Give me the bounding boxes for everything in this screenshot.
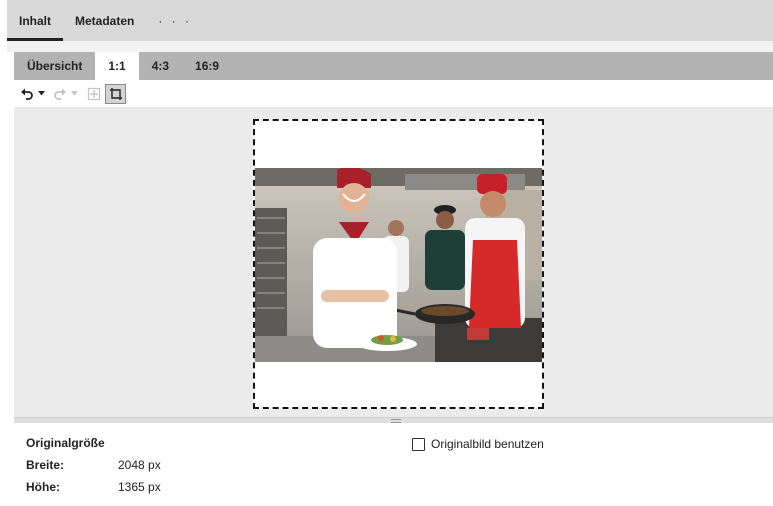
redo-dropdown-icon [70,84,79,104]
undo-icon[interactable] [19,84,35,104]
crop-frame-icon[interactable] [105,83,126,104]
tab-ratio-4-3[interactable]: 4:3 [139,52,182,80]
width-value: 2048 px [118,458,161,472]
tab-uebersicht[interactable]: Übersicht [14,52,95,80]
move-icon [85,84,103,104]
width-label: Breite: [26,458,65,472]
tab-ratio-16-9[interactable]: 16:9 [182,52,232,80]
crop-canvas [14,107,773,417]
use-original-checkbox[interactable] [412,437,425,451]
height-value: 1365 px [118,480,161,494]
tab-ratio-1-1[interactable]: 1:1 [95,52,139,80]
redo-icon [52,84,68,104]
undo-dropdown-icon[interactable] [37,84,46,104]
use-original-label: Originalbild benutzen [431,437,544,451]
tab-inhalt[interactable]: Inhalt [7,0,63,41]
more-tabs-button[interactable]: · · · [146,0,204,41]
tab-metadaten[interactable]: Metadaten [63,0,146,41]
chef-photo-illustration [255,168,542,362]
height-row: Höhe: 1365 px [26,480,161,494]
tab-bar-spacer [7,41,773,52]
use-original-option[interactable]: Originalbild benutzen [412,437,544,451]
splitter-grip-icon [391,419,401,423]
chef-photo [255,168,542,362]
crop-ratio-tabs: Übersicht 1:1 4:3 16:9 [14,52,773,80]
image-crop-panel: Übersicht 1:1 4:3 16:9 Originalgröße Bre… [14,52,773,506]
crop-toolbar [14,80,773,107]
main-tab-bar: Inhalt Metadaten · · · [7,0,773,41]
height-label: Höhe: [26,480,60,494]
original-size-info: Originalgröße Breite: 2048 px Höhe: 1365 p… [26,436,161,494]
width-row: Breite: 2048 px [26,458,161,472]
resize-splitter[interactable] [14,417,773,423]
crop-selection-frame[interactable] [253,119,544,409]
original-size-title: Originalgröße [26,436,105,450]
